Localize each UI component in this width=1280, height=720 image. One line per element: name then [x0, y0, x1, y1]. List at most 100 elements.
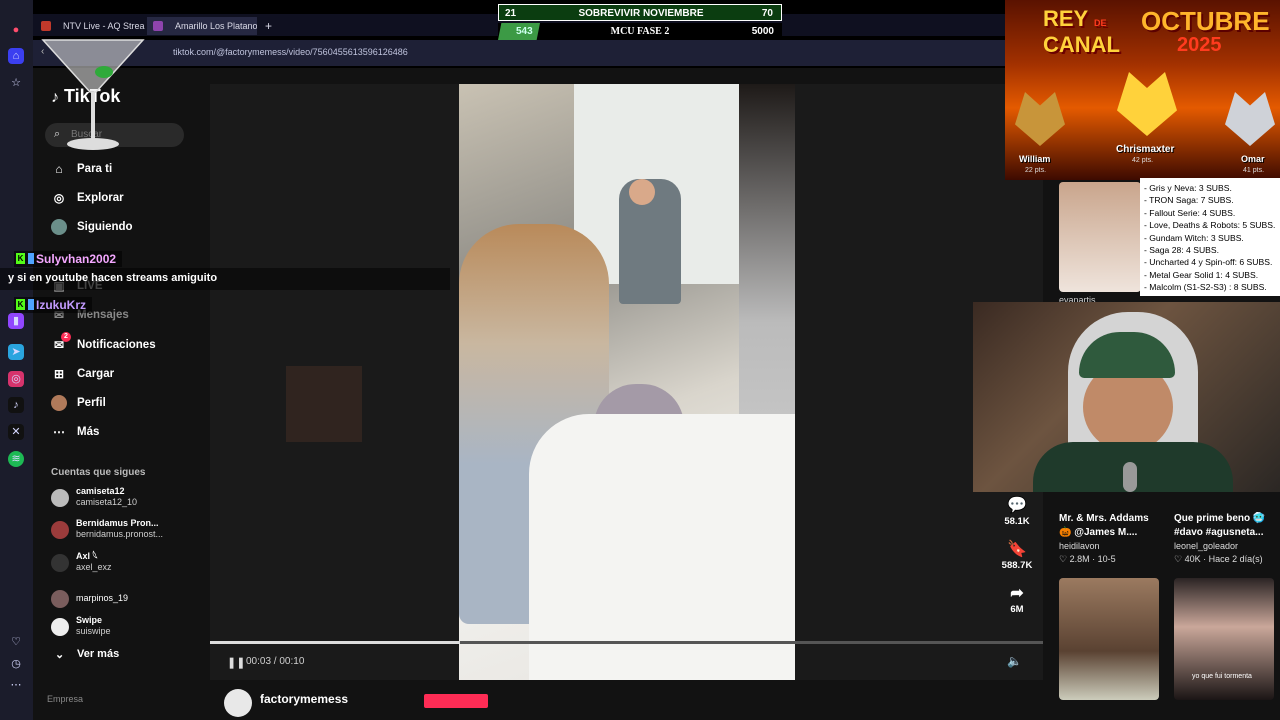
star-icon[interactable]: ☆: [8, 75, 24, 91]
new-tab-button[interactable]: +: [259, 17, 279, 35]
spotify-icon[interactable]: ≋: [8, 451, 24, 467]
creator-name[interactable]: factorymemess: [260, 692, 348, 706]
player-points: 41 pts.: [1243, 167, 1265, 174]
x-icon[interactable]: ✕: [8, 424, 24, 440]
comment-icon: 💬: [1007, 497, 1027, 514]
creator-avatar[interactable]: [224, 689, 252, 717]
chat-username-text: Sulyvhan2002: [36, 252, 117, 266]
nav-mas[interactable]: ⋯ Más: [51, 421, 99, 443]
profile-icon: [51, 395, 67, 411]
scoreboard-row: 543 MCU FASE 2 5000: [498, 23, 782, 40]
sub-goals-list: - Gris y Neva: 3 SUBS. - TRON Saga: 7 SU…: [1140, 178, 1280, 296]
heart-icon[interactable]: ♡: [8, 634, 24, 650]
bookmark-button[interactable]: 🔖 588.7K: [997, 540, 1037, 571]
compass-icon: ◎: [53, 191, 65, 205]
nav-notificaciones[interactable]: ✉ 2 Notificaciones: [51, 332, 156, 356]
card-subtitle: 🎃 @James M....: [1059, 527, 1138, 538]
score-title: SOBREVIVIR NOVIEMBRE: [578, 8, 704, 19]
avatar: [51, 489, 69, 507]
following-handle: suiswipe: [76, 626, 111, 636]
card-subtitle: #davo #agusneta...: [1174, 527, 1264, 538]
chat-message: y si en youtube hacen streams amiguito: [0, 268, 450, 290]
tab-favicon-icon: [153, 21, 163, 31]
following-item[interactable]: Swipe suiswipe: [51, 615, 111, 641]
sub-goal-item: - Fallout Serie: 4 SUBS.: [1144, 207, 1236, 218]
sub-goal-item: - Metal Gear Solid 1: 4 SUBS.: [1144, 269, 1259, 280]
following-name: Swipe: [76, 615, 103, 625]
nav-explorar[interactable]: ◎ Explorar: [51, 187, 124, 209]
score-title: MCU FASE 2: [610, 26, 670, 37]
telegram-icon[interactable]: ➤: [8, 344, 24, 360]
following-item[interactable]: marpinos_19: [51, 587, 128, 613]
share-button[interactable]: ➦ 6M: [997, 584, 1037, 615]
time-display: 00:03 / 00:10: [246, 656, 305, 667]
nav-label: Cargar: [77, 368, 115, 380]
url-text[interactable]: tiktok.com/@factorymemess/video/75604556…: [173, 47, 408, 57]
player-points: 42 pts.: [1132, 157, 1154, 164]
chevron-down-icon: ⌄: [55, 649, 65, 661]
comment-button[interactable]: 💬 58.1K: [997, 496, 1037, 527]
follow-button[interactable]: [424, 694, 488, 708]
score-right: 70: [761, 8, 773, 19]
kick-badge-icon: K: [16, 253, 25, 264]
pause-icon[interactable]: ❚❚: [227, 656, 245, 669]
player-points: 22 pts.: [1025, 167, 1047, 174]
card-stats: ♡ 2.8M · 10-5: [1059, 554, 1116, 564]
twitch-icon[interactable]: ▮: [8, 313, 24, 329]
video-stage: ❚❚ 00:03 / 00:10 🔈: [210, 84, 1043, 680]
scoreboard: 21 SOBREVIVIR NOVIEMBRE 70 543 MCU FASE …: [498, 4, 782, 40]
feed-thumbnail[interactable]: [1059, 182, 1141, 292]
chat-username: K Sulyvhan2002: [14, 251, 123, 267]
card-user: leonel_goleador: [1174, 541, 1239, 551]
comment-count: 58.1K: [1004, 516, 1030, 527]
nav-cargar[interactable]: ⊞ Cargar: [51, 363, 114, 385]
nurse-head: [629, 179, 655, 205]
following-heading: Cuentas que sigues: [51, 467, 146, 478]
home-icon[interactable]: ⌂: [8, 48, 24, 64]
tiktok-icon[interactable]: ♪: [8, 397, 24, 413]
following-item[interactable]: Bernidamus Pron... bernidamus.pronost...: [51, 518, 163, 544]
tab-amarillo[interactable]: Amarillo Los Platanos: [147, 17, 257, 35]
avatar: [51, 521, 69, 539]
nav-perfil[interactable]: Perfil: [51, 392, 106, 414]
banner-de: DE: [1093, 18, 1107, 28]
feed-card[interactable]: Mr. & Mrs. Addams 🎃 @James M.... heidila…: [1059, 513, 1149, 565]
scoreboard-row: 21 SOBREVIVIR NOVIEMBRE 70: [498, 4, 782, 21]
tab-label: Amarillo Los Platanos: [175, 21, 257, 31]
following-item[interactable]: Axl 𓆩 axel_exz: [51, 551, 112, 577]
following-name: Axl 𓆩: [76, 551, 98, 561]
feed-thumbnail[interactable]: yo que fui tormenta: [1174, 578, 1274, 700]
see-more-label: Ver más: [77, 648, 120, 660]
player-name: Chrismaxter: [1116, 144, 1175, 155]
sub-goal-item: - Malcolm (S1-S2-S3) : 8 SUBS.: [1144, 282, 1267, 293]
feed-thumbnail[interactable]: [1059, 578, 1159, 700]
following-item[interactable]: camiseta12 camiseta12_10: [51, 486, 137, 512]
instagram-icon[interactable]: ◎: [8, 371, 24, 387]
following-handle: bernidamus.pronost...: [76, 529, 164, 539]
sub-goal-item: - Love, Deaths & Robots: 5 SUBS.: [1144, 220, 1276, 231]
thumbnail-caption: yo que fui tormenta: [1192, 673, 1252, 680]
nav-siguiendo[interactable]: Siguiendo: [51, 216, 133, 238]
following-handle: camiseta12_10: [76, 497, 138, 507]
following-name: Bernidamus Pron...: [76, 518, 159, 528]
history-icon[interactable]: ◷: [8, 656, 24, 672]
address-bar[interactable]: ‹ tiktok.com/@factorymemess/video/756045…: [33, 40, 1005, 66]
banner-year: 2025: [1177, 34, 1222, 56]
creator-bar: factorymemess: [210, 680, 1043, 720]
video-player[interactable]: [459, 84, 795, 680]
footer-link[interactable]: Empresa: [47, 694, 83, 704]
following-name: camiseta12: [76, 486, 125, 496]
progress-bar[interactable]: [210, 641, 1043, 644]
more-icon[interactable]: ⋯: [8, 677, 24, 693]
nav-label: Explorar: [77, 192, 124, 204]
nav-para-ti[interactable]: ⌂ Para ti: [51, 158, 112, 180]
browser-sidebar: ● ⌂ ☆ ▮ ➤ ◎ ♪ ✕ ≋ ♡ ◷ ⋯: [0, 0, 33, 720]
volume-icon[interactable]: 🔈: [1007, 654, 1022, 668]
card-title: Mr. & Mrs. Addams: [1059, 513, 1149, 524]
brave-icon[interactable]: ●: [8, 22, 24, 38]
bookmark-count: 588.7K: [1001, 560, 1033, 571]
following-handle: axel_exz: [76, 562, 112, 572]
wolf-icon: [1225, 92, 1275, 146]
see-more-button[interactable]: ⌄ Ver más: [51, 648, 120, 661]
feed-card[interactable]: Que prime beno 🥶 #davo #agusneta... leon…: [1174, 513, 1265, 565]
